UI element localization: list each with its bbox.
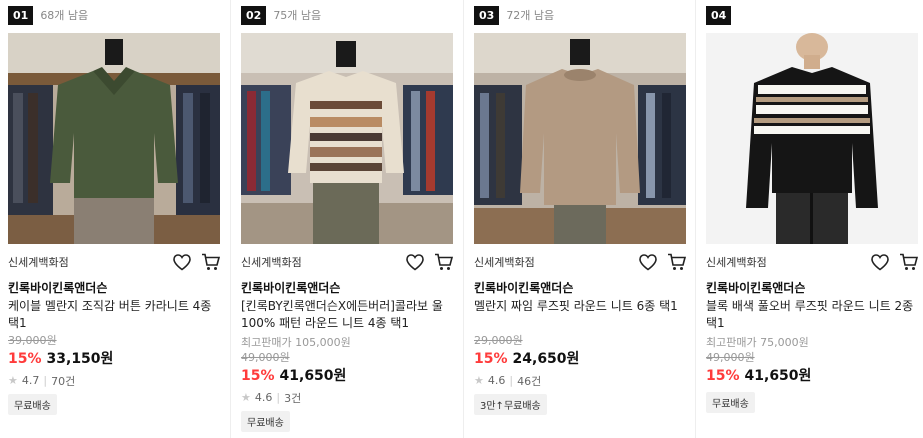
stock-remaining: 68개 남음 — [40, 9, 89, 22]
heart-icon[interactable] — [405, 253, 424, 272]
product-image[interactable] — [474, 33, 686, 244]
column-divider — [463, 0, 464, 438]
price-block: 최고판매가 75,000원 49,000원 15% 41,650원 무료배송 — [706, 335, 918, 413]
discount-rate: 15% — [241, 368, 275, 384]
discount-rate: 15% — [8, 351, 42, 367]
rating-score: 4.7 — [21, 374, 40, 387]
sale-price: 41,650원 — [744, 368, 812, 384]
product-name[interactable]: [킨록BY킨록앤더슨X에든버러]콜라보 울 100% 패턴 라운드 니트 4종 … — [241, 298, 453, 332]
original-price: 29,000원 — [474, 334, 523, 347]
store-name: 신세계백화점 — [706, 256, 767, 269]
original-price: 39,000원 — [8, 334, 57, 347]
shipping-badge: 무료배송 — [8, 394, 57, 415]
discount-rate: 15% — [474, 351, 508, 367]
rank-badge: 02 — [241, 5, 267, 25]
rank-row: 04 — [706, 5, 732, 25]
rating-row: ★ 4.6 | 3건 — [241, 391, 302, 405]
price-block: 최고판매가 105,000원 49,000원 15% 41,650원 ★ 4.6… — [241, 335, 453, 432]
rating-row: ★ 4.6 | 46건 — [474, 374, 542, 388]
brand-name[interactable]: 킨록바이킨록앤더슨 — [241, 279, 340, 296]
shipping-badge: 무료배송 — [241, 411, 290, 432]
rank-row: 03 72개 남음 — [474, 5, 554, 25]
rating-score: 4.6 — [487, 374, 506, 387]
heart-icon[interactable] — [172, 253, 191, 272]
shipping-badge: 무료배송 — [706, 392, 755, 413]
best-price: 최고판매가 75,000원 — [706, 336, 809, 349]
star-icon: ★ — [8, 374, 18, 387]
store-name: 신세계백화점 — [474, 256, 535, 269]
store-row: 신세계백화점 — [8, 252, 220, 272]
review-count: 70건 — [51, 374, 76, 388]
product-name[interactable]: 블록 배색 풀오버 루즈핏 라운드 니트 2종 택1 — [706, 298, 918, 332]
rank-badge: 04 — [706, 5, 732, 25]
heart-icon[interactable] — [870, 253, 889, 272]
heart-icon[interactable] — [638, 253, 657, 272]
rating-row: ★ 4.7 | 70건 — [8, 374, 76, 388]
stock-remaining: 75개 남음 — [273, 9, 322, 22]
store-row: 신세계백화점 — [474, 252, 686, 272]
sale-price: 33,150원 — [46, 351, 114, 367]
rank-row: 01 68개 남음 — [8, 5, 88, 25]
price-block: 29,000원 15% 24,650원 ★ 4.6 | 46건 3만↑무료배송 — [474, 333, 686, 415]
store-row: 신세계백화점 — [706, 252, 918, 272]
brand-name[interactable]: 킨록바이킨록앤더슨 — [706, 279, 805, 296]
rank-row: 02 75개 남음 — [241, 5, 321, 25]
brand-name[interactable]: 킨록바이킨록앤더슨 — [474, 279, 573, 296]
brand-name[interactable]: 킨록바이킨록앤더슨 — [8, 279, 107, 296]
sale-price: 24,650원 — [512, 351, 580, 367]
product-grid: 01 68개 남음 신세계백화점 킨록바이킨록앤더슨 케이블 멜란지 조직감 버… — [0, 0, 923, 438]
cart-icon[interactable] — [899, 253, 918, 272]
best-price: 최고판매가 105,000원 — [241, 336, 351, 349]
rating-score: 4.6 — [254, 391, 273, 404]
rank-badge: 03 — [474, 5, 500, 25]
product-card[interactable]: 04 신세계백화점 킨록바이킨록앤더슨 블록 배색 풀오버 루즈핏 라운드 니트… — [706, 0, 920, 438]
review-count: 3건 — [284, 391, 302, 405]
original-price: 49,000원 — [241, 351, 290, 364]
product-card[interactable]: 02 75개 남음 신세계백화점 킨록바이킨록앤더슨 [킨록BY킨록앤더슨X에든… — [241, 0, 455, 438]
cart-icon[interactable] — [201, 253, 220, 272]
store-name: 신세계백화점 — [241, 256, 302, 269]
sale-price: 41,650원 — [279, 368, 347, 384]
original-price: 49,000원 — [706, 351, 755, 364]
cart-icon[interactable] — [434, 253, 453, 272]
product-name[interactable]: 케이블 멜란지 조직감 버튼 카라니트 4종 택1 — [8, 298, 220, 332]
product-name[interactable]: 멜란지 짜임 루즈핏 라운드 니트 6종 택1 — [474, 298, 686, 315]
shipping-badge: 3만↑무료배송 — [474, 394, 547, 415]
product-card[interactable]: 01 68개 남음 신세계백화점 킨록바이킨록앤더슨 케이블 멜란지 조직감 버… — [8, 0, 222, 438]
product-image[interactable] — [8, 33, 220, 244]
star-icon: ★ — [474, 374, 484, 387]
column-divider — [230, 0, 231, 438]
product-card[interactable]: 03 72개 남음 신세계백화점 킨록바이킨록앤더슨 멜란지 짜임 루즈핏 라운… — [474, 0, 688, 438]
store-row: 신세계백화점 — [241, 252, 453, 272]
star-icon: ★ — [241, 391, 251, 404]
price-block: 39,000원 15% 33,150원 ★ 4.7 | 70건 무료배송 — [8, 333, 220, 415]
cart-icon[interactable] — [667, 253, 686, 272]
discount-rate: 15% — [706, 368, 740, 384]
rank-badge: 01 — [8, 5, 34, 25]
product-image[interactable] — [706, 33, 918, 244]
store-name: 신세계백화점 — [8, 256, 69, 269]
review-count: 46건 — [517, 374, 542, 388]
stock-remaining: 72개 남음 — [506, 9, 555, 22]
product-image[interactable] — [241, 33, 453, 244]
column-divider — [695, 0, 696, 438]
